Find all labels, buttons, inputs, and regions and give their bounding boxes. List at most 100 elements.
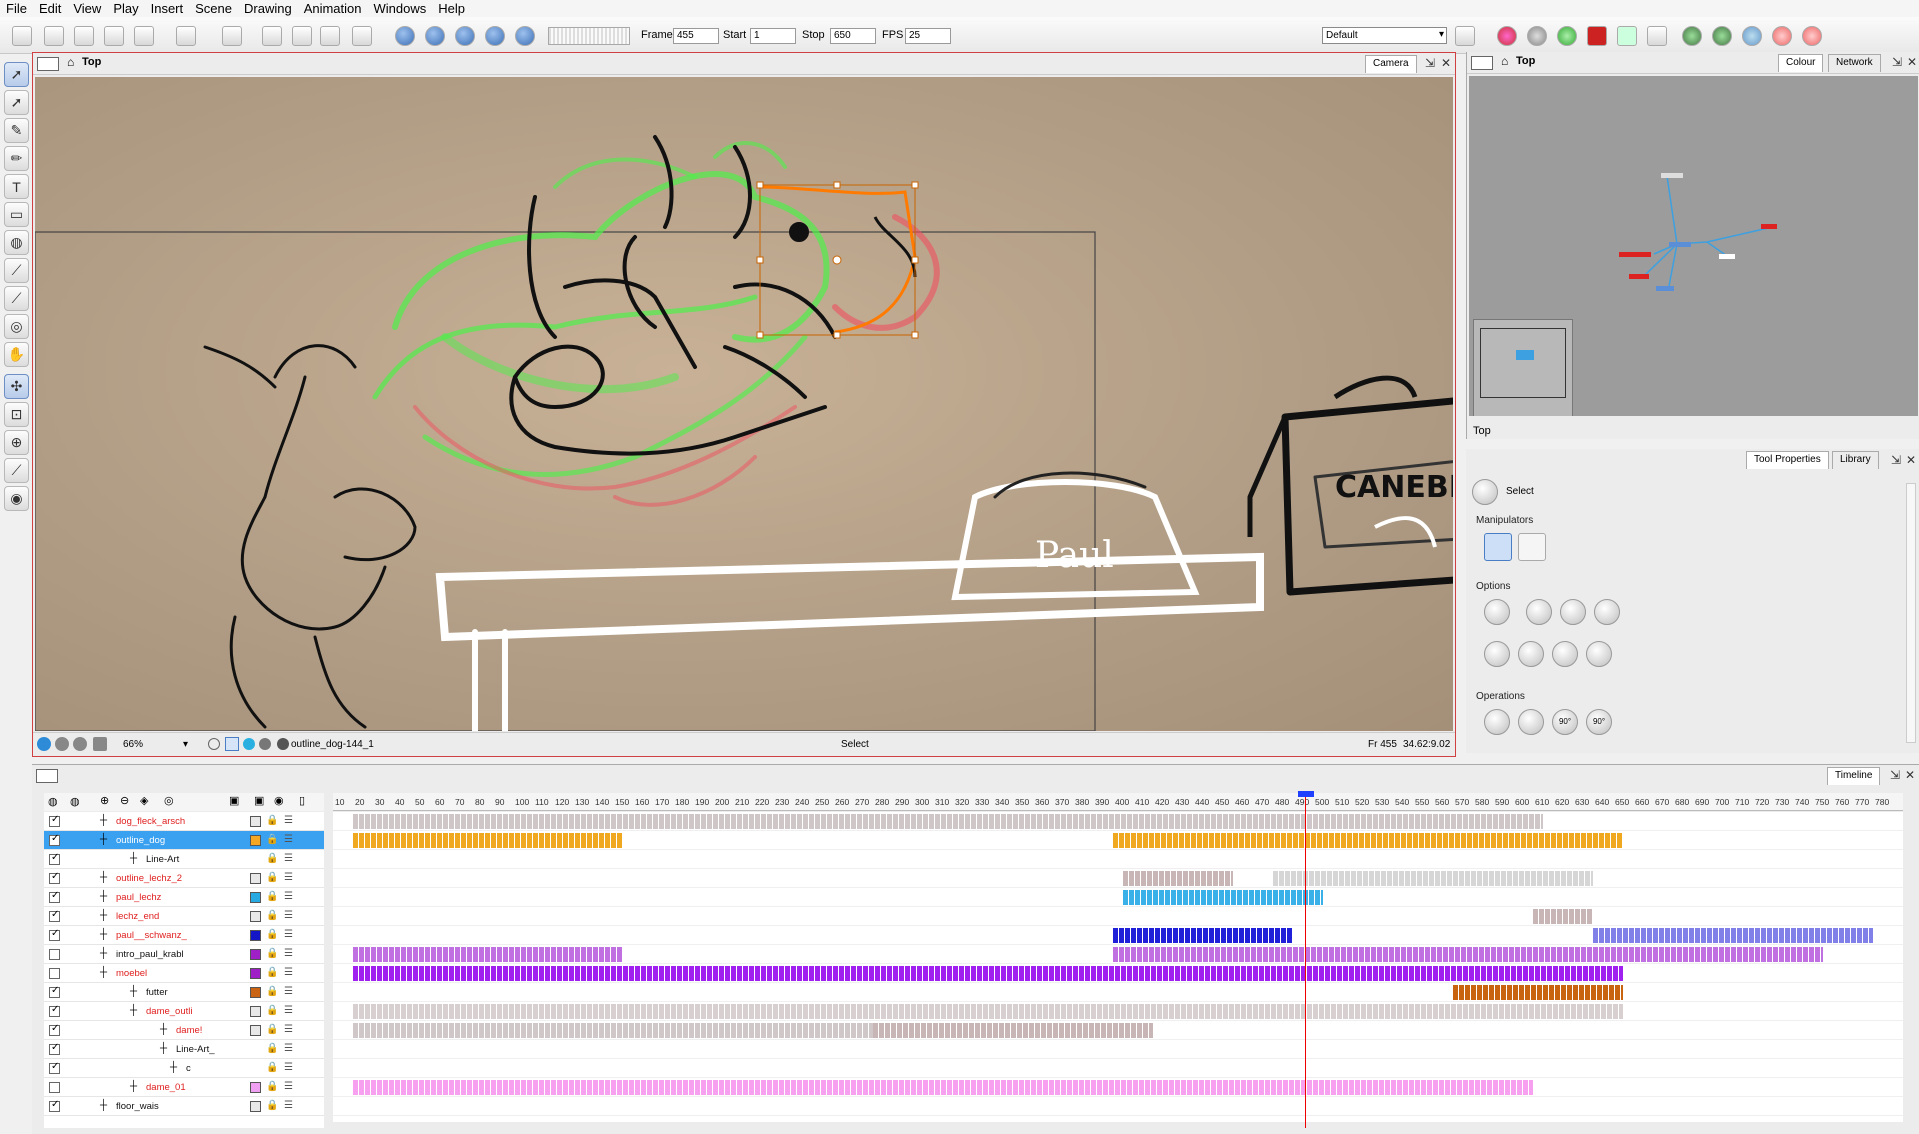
maximize-icon[interactable]: ⇲	[1425, 56, 1435, 70]
flip-horizontal-icon[interactable]	[1484, 709, 1510, 735]
track-row[interactable]	[333, 1078, 1903, 1097]
track-row[interactable]	[333, 926, 1903, 945]
exposure-segment[interactable]	[1453, 985, 1623, 1000]
layer-visibility-checkbox[interactable]	[49, 1042, 60, 1055]
tab-timeline[interactable]: Timeline	[1827, 767, 1881, 785]
lock-icon[interactable]: 🔒	[266, 834, 278, 845]
reset-pan-icon[interactable]	[93, 737, 107, 751]
drawing-stage[interactable]: Paul CANEBIO	[35, 77, 1453, 731]
layer-settings-icon[interactable]: ☰	[284, 948, 293, 959]
lock-icon[interactable]: 🔒	[266, 967, 278, 978]
layer-visibility-checkbox[interactable]	[49, 1061, 60, 1074]
lock-icon[interactable]: 🔒	[266, 853, 278, 864]
layer-settings-icon[interactable]: ☰	[284, 1100, 293, 1111]
layer-row[interactable]: ┼ Line-Art_ 🔒 ☰	[44, 1040, 324, 1059]
morph-icon[interactable]	[1772, 26, 1792, 46]
undo-icon[interactable]	[176, 26, 196, 46]
ease-icon[interactable]	[1742, 26, 1762, 46]
transform-tool-icon[interactable]: ✣	[4, 374, 29, 399]
frame-ruler[interactable]: 10 20 30 40 50 60 70 80 90 100 110 120 130 140 150 160 1…	[333, 793, 1903, 811]
view-menu-icon[interactable]	[37, 57, 59, 71]
layer-visibility-checkbox[interactable]	[49, 1082, 60, 1093]
cut-icon[interactable]	[262, 26, 282, 46]
rotate-ccw-icon[interactable]: 90°	[1586, 709, 1612, 735]
menu-drawing[interactable]: Drawing	[238, 0, 298, 17]
select-lasso-icon[interactable]	[1560, 599, 1586, 625]
tab-camera[interactable]: Camera	[1365, 55, 1417, 73]
layer-name[interactable]: dame!	[176, 1025, 202, 1036]
contour-editor-icon[interactable]: ➚	[4, 90, 29, 115]
layer-visibility-checkbox[interactable]	[49, 985, 60, 998]
grid-icon[interactable]	[1682, 26, 1702, 46]
frame-field[interactable]: 455	[673, 28, 719, 44]
menu-scene[interactable]: Scene	[189, 0, 238, 17]
track-row[interactable]	[333, 945, 1903, 964]
layer-visibility-checkbox[interactable]	[49, 1023, 60, 1036]
layer-name[interactable]: floor_wais	[116, 1101, 159, 1112]
track-row[interactable]	[333, 1021, 1903, 1040]
layer-settings-icon[interactable]: ☰	[284, 1062, 293, 1073]
playhead-handle[interactable]	[1298, 791, 1314, 797]
track-row[interactable]	[333, 964, 1903, 983]
light-table-icon[interactable]: ◍	[70, 795, 80, 808]
lock-icon[interactable]: 🔒	[266, 815, 278, 826]
menu-animation[interactable]: Animation	[298, 0, 368, 17]
layer-visibility-checkbox[interactable]	[49, 949, 60, 960]
onion-skin-icon[interactable]	[1497, 26, 1517, 46]
exposure-segment[interactable]	[1533, 909, 1593, 924]
snap-option-icon[interactable]	[1484, 599, 1510, 625]
lock-icon[interactable]: 🔒	[266, 1005, 278, 1016]
exposure-segment[interactable]	[1273, 871, 1593, 886]
matte-mode-icon[interactable]	[259, 738, 271, 750]
layer-name[interactable]: intro_paul_krabl	[116, 949, 184, 960]
layer-settings-icon[interactable]: ☰	[284, 834, 293, 845]
menu-file[interactable]: File	[0, 0, 33, 17]
tab-tool-properties[interactable]: Tool Properties	[1746, 451, 1829, 469]
layer-name[interactable]: paul_lechz	[116, 892, 161, 903]
menu-help[interactable]: Help	[432, 0, 471, 17]
network-node[interactable]	[1719, 254, 1735, 259]
save-all-icon[interactable]	[104, 26, 124, 46]
layer-colour-swatch[interactable]	[250, 873, 261, 884]
close-icon[interactable]: ✕	[1906, 453, 1916, 467]
preview-mode-icon[interactable]	[277, 738, 289, 750]
render-icon[interactable]	[352, 26, 372, 46]
exposure-segment[interactable]	[1113, 928, 1293, 943]
menu-windows[interactable]: Windows	[368, 0, 433, 17]
permanent-selection-icon[interactable]	[1518, 641, 1544, 667]
tab-library[interactable]: Library	[1832, 451, 1879, 469]
track-row[interactable]	[333, 888, 1903, 907]
save-as-icon[interactable]	[134, 26, 154, 46]
layer-name[interactable]: dog_fleck_arsch	[116, 816, 185, 827]
layer-colour-swatch[interactable]	[250, 816, 261, 827]
rotate-cw-icon[interactable]: 90°	[1552, 709, 1578, 735]
zoom-level[interactable]: 66%	[123, 739, 143, 750]
menu-play[interactable]: Play	[107, 0, 144, 17]
fps-field[interactable]: 25	[905, 28, 951, 44]
select-marquee-icon[interactable]	[1594, 599, 1620, 625]
layer-visibility-checkbox[interactable]	[49, 852, 60, 865]
layer-row[interactable]: ┼ dame_outli 🔒 ☰	[44, 1002, 324, 1021]
sound-icon[interactable]	[515, 26, 535, 46]
exposure-segment[interactable]	[1113, 833, 1623, 848]
network-node[interactable]	[1619, 252, 1651, 257]
tab-network[interactable]: Network	[1828, 54, 1881, 72]
view-menu-icon[interactable]	[36, 769, 58, 783]
brush-tool-icon[interactable]: ✎	[4, 118, 29, 143]
layer-settings-icon[interactable]: ☰	[284, 1043, 293, 1054]
exposure-segment[interactable]	[353, 1080, 1533, 1095]
save-icon[interactable]	[74, 26, 94, 46]
layer-colour-swatch[interactable]	[250, 930, 261, 941]
layer-visibility-checkbox[interactable]	[49, 968, 60, 979]
layer-colour-swatch[interactable]	[250, 911, 261, 922]
lock-icon[interactable]: 🔒	[266, 1100, 278, 1111]
lock-icon[interactable]: 🔒	[266, 1081, 278, 1092]
layer-settings-icon[interactable]: ☰	[284, 910, 293, 921]
lock-icon[interactable]: 🔒	[266, 1024, 278, 1035]
exposure-segment[interactable]	[353, 1023, 873, 1038]
layer-row[interactable]: ┼ dame! 🔒 ☰	[44, 1021, 324, 1040]
add-layer-icon[interactable]: ⊕	[100, 794, 109, 807]
lock-icon[interactable]: 🔒	[266, 986, 278, 997]
layer-row[interactable]: ┼ outline_dog 🔒 ☰	[44, 831, 324, 850]
exposure-segment[interactable]	[1123, 871, 1233, 886]
